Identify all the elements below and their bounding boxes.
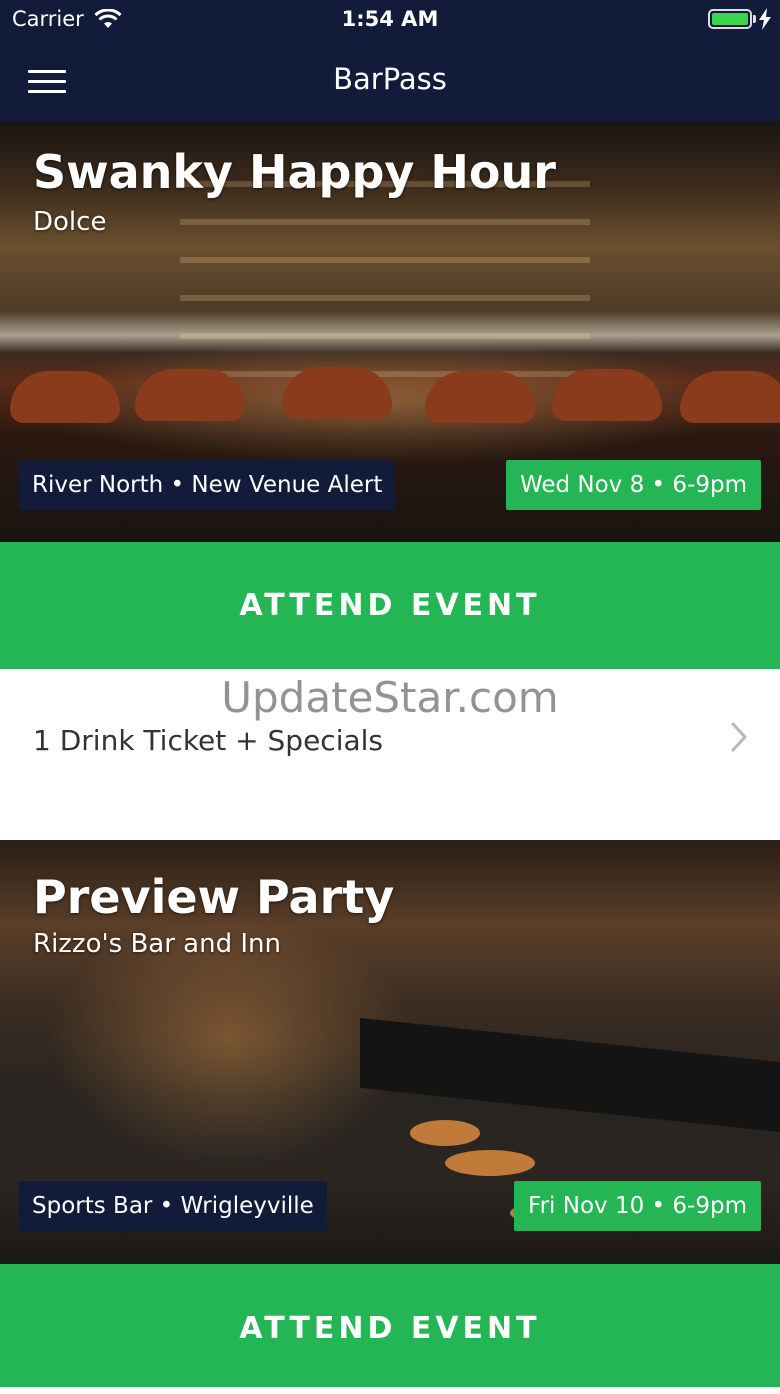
offer-row[interactable]: 1 Drink Ticket + Specials [0, 669, 780, 840]
event-date-tag: Wed Nov 8 • 6-9pm [505, 460, 761, 510]
charging-bolt-icon [759, 8, 771, 30]
event-venue: Rizzo's Bar and Inn [33, 929, 281, 959]
event-location-tag: Sports Bar • Wrigleyville [19, 1181, 327, 1231]
battery-icon [708, 9, 752, 29]
attend-event-button[interactable]: ATTEND EVENT [0, 542, 780, 669]
event-image-rizzos[interactable]: Preview Party Rizzo's Bar and Inn Sports… [0, 840, 780, 1264]
event-date-tag: Fri Nov 10 • 6-9pm [514, 1181, 761, 1231]
attend-event-button[interactable]: ATTEND EVENT [0, 1264, 780, 1387]
offer-text: 1 Drink Ticket + Specials [33, 724, 383, 757]
event-location-tag: River North • New Venue Alert [19, 460, 396, 510]
event-title: Swanky Happy Hour [33, 145, 556, 199]
clock: 1:54 AM [341, 7, 439, 31]
event-venue: Dolce [33, 207, 107, 237]
status-bar: Carrier 1:54 AM [0, 0, 780, 40]
navigation-bar: BarPass [0, 40, 780, 121]
chevron-right-icon [731, 722, 748, 752]
event-image-dolce[interactable]: Swanky Happy Hour Dolce River North • Ne… [0, 121, 780, 542]
event-title: Preview Party [33, 870, 395, 924]
app-title: BarPass [333, 62, 447, 96]
